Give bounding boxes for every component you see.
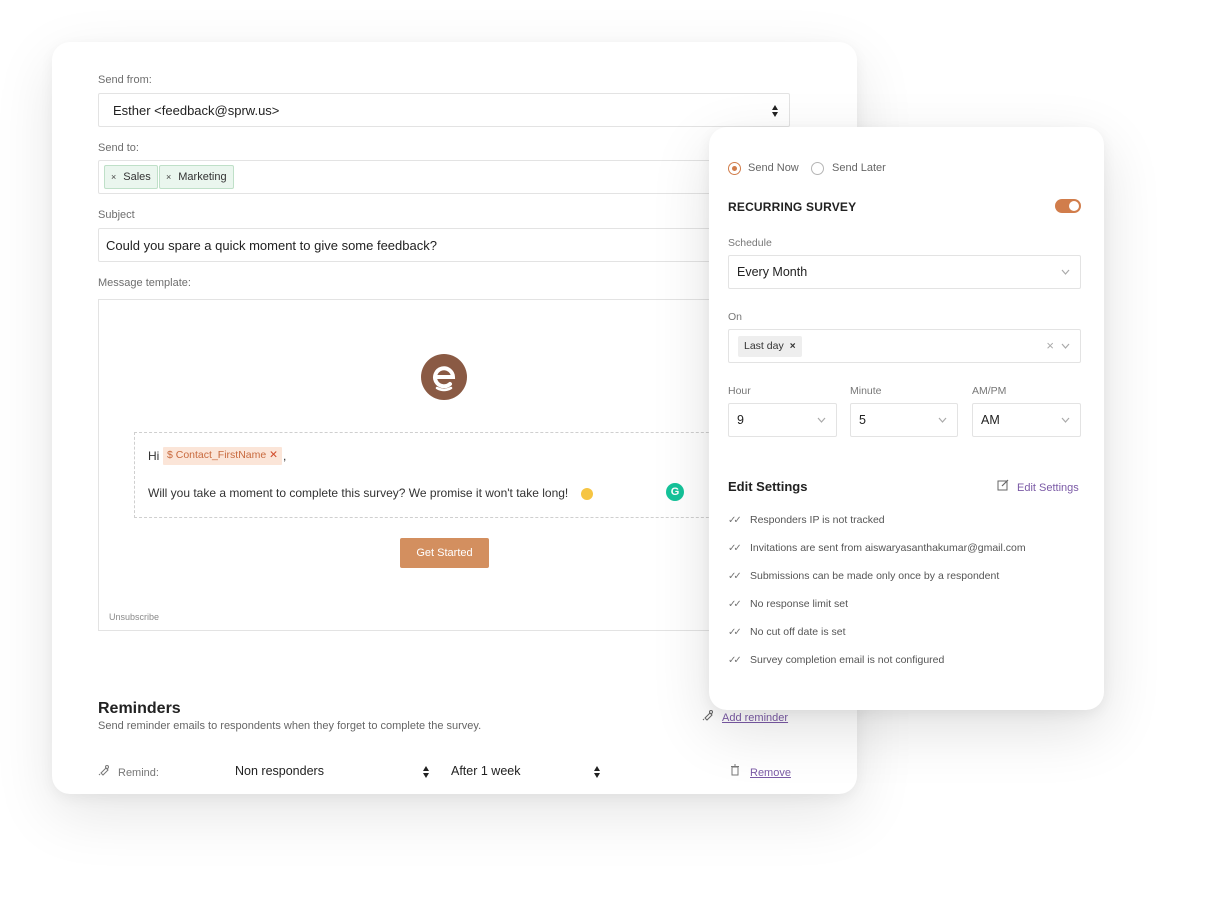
delay-select[interactable]: After 1 week [451, 764, 601, 778]
audience-select[interactable]: Non responders [235, 764, 430, 778]
edit-settings-link[interactable]: Edit Settings [997, 479, 1079, 494]
greeting-comma: , [283, 449, 287, 463]
hour-label: Hour [728, 385, 751, 397]
minute-label: Minute [850, 385, 882, 397]
send-from-label: Send from: [98, 74, 152, 86]
setting-check-row: ✓✓ Invitations are sent from aiswaryasant… [728, 542, 1026, 554]
check-text: Responders IP is not tracked [750, 514, 885, 526]
grammarly-icon[interactable]: G [666, 483, 684, 501]
send-later-radio[interactable] [811, 162, 824, 175]
sort-icon [594, 766, 600, 778]
remind-label-text: Remind: [118, 767, 159, 779]
tag-label: Marketing [178, 171, 227, 183]
recipient-tag-marketing[interactable]: × Marketing [159, 165, 234, 189]
remind-label: Remind: [98, 764, 159, 779]
double-check-icon: ✓✓ [728, 627, 742, 638]
recurring-toggle[interactable] [1055, 199, 1081, 213]
send-to-field[interactable]: × Sales × Marketing [98, 160, 790, 194]
clear-icon[interactable]: × [1046, 338, 1054, 353]
trash-icon [730, 764, 744, 779]
bell-icon [98, 764, 118, 779]
subject-value: Could you spare a quick moment to give s… [106, 238, 437, 253]
send-to-label: Send to: [98, 142, 139, 154]
schedule-value: Every Month [737, 265, 808, 279]
setting-check-row: ✓✓ Submissions can be made only once by a… [728, 570, 999, 582]
remove-reminder-link[interactable]: Remove [730, 764, 791, 779]
delay-value: After 1 week [451, 764, 521, 778]
setting-check-row: ✓✓ No cut off date is set [728, 626, 846, 638]
chevron-down-icon [1061, 269, 1070, 275]
message-body[interactable]: Hi $ Contact_FirstName ✕ , Will you take… [134, 432, 754, 518]
remove-label: Remove [750, 767, 791, 779]
ampm-label: AM/PM [972, 385, 1007, 397]
tag-remove-icon[interactable]: × [111, 172, 116, 182]
check-text: Invitations are sent from aiswaryasantha… [750, 542, 1026, 554]
schedule-select[interactable]: Every Month [728, 255, 1081, 289]
smile-emoji-icon [581, 488, 593, 500]
double-check-icon: ✓✓ [728, 543, 742, 554]
chevron-down-icon [817, 417, 826, 423]
reminders-title: Reminders [98, 700, 181, 717]
reminders-description: Send reminder emails to respondents when… [98, 720, 482, 732]
hour-value: 9 [737, 413, 744, 427]
stage: Send from: Esther <feedback@sprw.us> Sen… [0, 0, 1213, 912]
settings-panel: Send Now Send Later RECURRING SURVEY Sch… [709, 127, 1104, 710]
bell-icon [702, 709, 716, 724]
sort-icon [423, 766, 429, 778]
chevron-down-icon [1061, 417, 1070, 423]
edit-icon [997, 479, 1011, 494]
schedule-label: Schedule [728, 237, 772, 249]
chevron-down-icon [938, 417, 947, 423]
subject-label: Subject [98, 209, 135, 221]
audience-value: Non responders [235, 764, 324, 778]
brand-logo-icon [421, 354, 467, 400]
setting-check-row: ✓✓ Survey completion email is not configu… [728, 654, 944, 666]
check-text: No cut off date is set [750, 626, 846, 638]
send-from-select[interactable]: Esther <feedback@sprw.us> [98, 93, 790, 127]
merge-field-label: $ Contact_FirstName [167, 449, 267, 461]
last-day-label: Last day [744, 340, 784, 352]
check-text: Submissions can be made only once by a r… [750, 570, 1000, 582]
last-day-tag[interactable]: Last day × [738, 336, 802, 357]
double-check-icon: ✓✓ [728, 515, 742, 526]
minute-value: 5 [859, 413, 866, 427]
merge-field-chip[interactable]: $ Contact_FirstName ✕ [163, 447, 282, 465]
setting-check-row: ✓✓ Responders IP is not tracked [728, 514, 885, 526]
send-now-label[interactable]: Send Now [748, 162, 799, 174]
sort-icon [772, 105, 778, 117]
double-check-icon: ✓✓ [728, 599, 742, 610]
chevron-down-icon [1061, 343, 1070, 349]
recipient-tag-sales[interactable]: × Sales [104, 165, 158, 189]
tag-remove-icon[interactable]: × [790, 341, 796, 352]
get-started-button[interactable]: Get Started [400, 538, 489, 568]
send-from-value: Esther <feedback@sprw.us> [113, 103, 280, 118]
minute-select[interactable]: 5 [850, 403, 958, 437]
setting-check-row: ✓✓ No response limit set [728, 598, 848, 610]
unsubscribe-link[interactable]: Unsubscribe [109, 612, 159, 622]
greeting-text: Hi [148, 449, 160, 463]
double-check-icon: ✓✓ [728, 571, 742, 582]
send-now-radio[interactable] [728, 162, 741, 175]
recurring-survey-title: RECURRING SURVEY [728, 200, 857, 214]
check-text: Survey completion email is not configure… [750, 654, 945, 666]
edit-settings-label: Edit Settings [1017, 482, 1079, 494]
tag-label: Sales [123, 171, 151, 183]
tag-remove-icon[interactable]: × [166, 172, 171, 182]
ampm-select[interactable]: AM [972, 403, 1081, 437]
edit-settings-title: Edit Settings [728, 479, 808, 494]
double-check-icon: ✓✓ [728, 655, 742, 666]
send-later-label[interactable]: Send Later [832, 162, 886, 174]
body-text: Will you take a moment to complete this … [148, 486, 569, 500]
subject-input[interactable]: Could you spare a quick moment to give s… [98, 228, 790, 262]
hour-select[interactable]: 9 [728, 403, 837, 437]
on-label: On [728, 311, 743, 323]
on-multiselect[interactable]: Last day × × [728, 329, 1081, 363]
check-text: No response limit set [750, 598, 849, 610]
add-reminder-label: Add reminder [722, 712, 789, 724]
template-label: Message template: [98, 277, 191, 289]
add-reminder-link[interactable]: Add reminder [702, 709, 788, 724]
ampm-value: AM [981, 413, 1000, 427]
message-template-editor[interactable]: Hi $ Contact_FirstName ✕ , Will you take… [98, 299, 790, 631]
chip-remove-icon[interactable]: ✕ [269, 449, 278, 461]
